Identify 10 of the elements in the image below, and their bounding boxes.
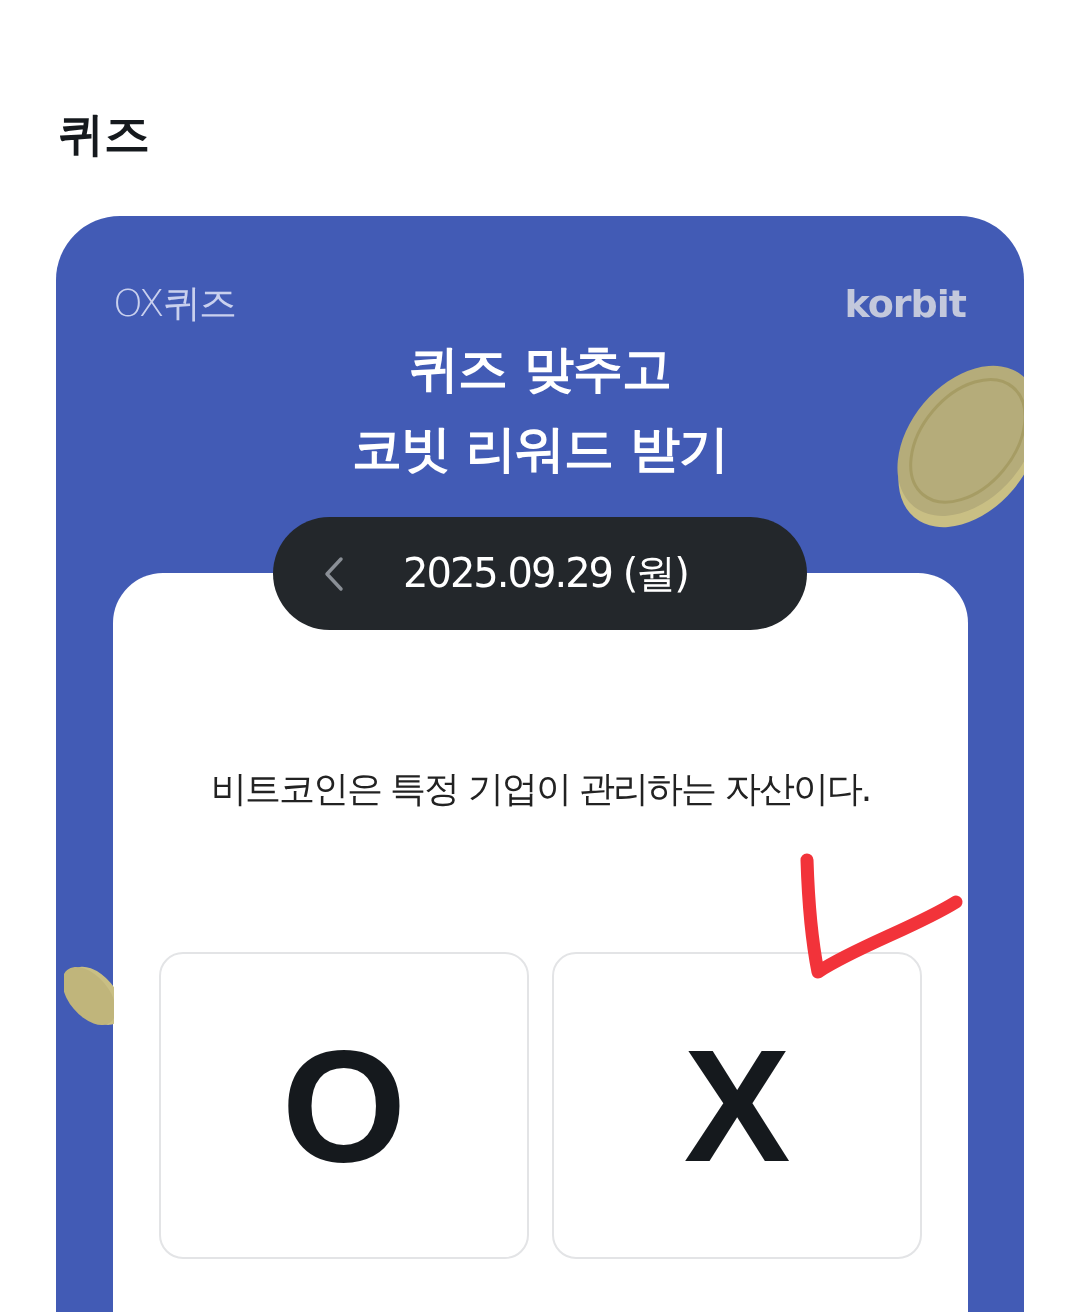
chevron-left-icon[interactable]	[323, 555, 345, 592]
answer-button[interactable]: X	[552, 952, 922, 1259]
brand-logo: korbit	[844, 281, 966, 326]
page-title: 퀴즈	[58, 106, 150, 163]
question-text: 비트코인은 특정 기업이 관리하는 자산이다.	[210, 767, 871, 811]
quiz-date: 2025.09.29 (월)	[403, 549, 688, 598]
answer-button[interactable]: O	[159, 952, 529, 1259]
headline-line: 코빗 리워드 받기	[352, 419, 728, 480]
quiz-label: OX퀴즈	[113, 280, 235, 327]
headline-line: 퀴즈 맞추고	[409, 339, 671, 400]
